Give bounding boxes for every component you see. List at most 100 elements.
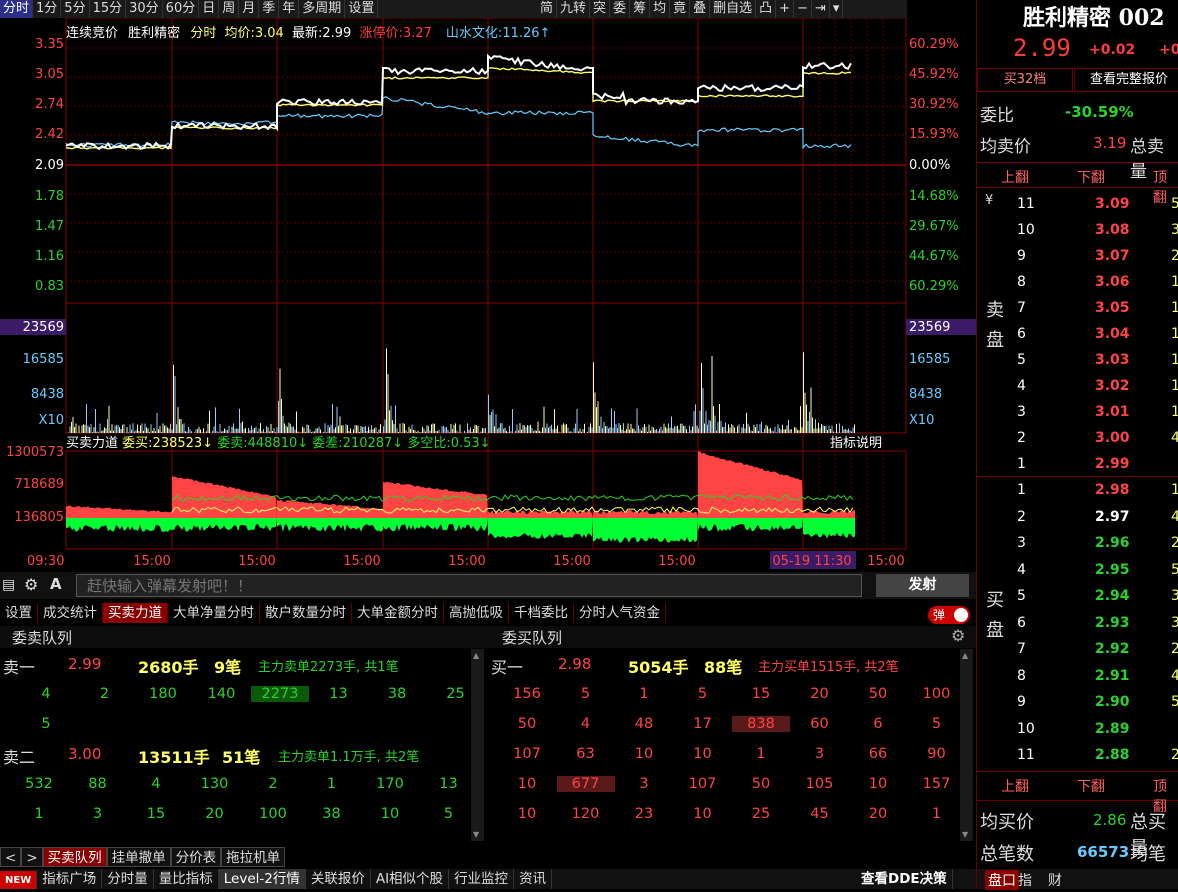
period-tab-1[interactable]: 1分 — [33, 0, 62, 18]
period-tab-8[interactable]: 月 — [239, 0, 260, 18]
sell-level-row[interactable]: 11 3.09 5 — [977, 192, 1178, 218]
period-tab-6[interactable]: 日 — [199, 0, 220, 18]
period-tab-10[interactable]: 年 — [279, 0, 300, 18]
tool-button-7[interactable]: 叠 — [690, 0, 711, 18]
tool-button-13[interactable]: ▾ — [830, 0, 844, 18]
sell-level-row[interactable]: 10 3.08 3 — [977, 218, 1178, 244]
buy-level-row[interactable]: 4 2.95 5 — [977, 558, 1178, 584]
buy-level-row[interactable]: 11 2.88 2 — [977, 743, 1178, 769]
period-tab-12[interactable]: 设置 — [345, 0, 379, 18]
sell-level-row[interactable]: 6 3.04 1 — [977, 322, 1178, 348]
buy-level-row[interactable]: 9 2.90 5 — [977, 690, 1178, 716]
tool-button-1[interactable]: 九转 — [557, 0, 591, 18]
tool-button-6[interactable]: 竟 — [670, 0, 691, 18]
scroll-down-icon[interactable]: ▼ — [962, 830, 968, 839]
buy-level-row[interactable]: 5 2.94 3 — [977, 584, 1178, 610]
subtab-5[interactable]: 大单金额分时 — [352, 603, 444, 623]
sell-level-row[interactable]: 9 3.07 2 — [977, 244, 1178, 270]
buy-level-row[interactable]: 2 2.97 4 — [977, 505, 1178, 531]
font-icon[interactable]: A — [50, 575, 62, 593]
sell-level-row[interactable]: 7 3.05 1 — [977, 296, 1178, 322]
status-tab-5[interactable]: 关联报价 — [306, 869, 371, 889]
quote-tab-1[interactable]: 指 — [1015, 870, 1035, 890]
buy-level-row[interactable]: 10 2.89 — [977, 717, 1178, 743]
buy-level-row[interactable]: 1 2.98 1 — [977, 478, 1178, 504]
scroll-up-icon[interactable]: ▲ — [962, 651, 968, 660]
status-tab-0[interactable]: NEW — [0, 871, 38, 889]
lower-tab-3[interactable]: 挂单撤单 — [106, 847, 171, 867]
price-tick-left: 2.09 — [35, 158, 64, 173]
sell-level-row[interactable]: 2 3.00 4 — [977, 426, 1178, 452]
scroll-up-icon[interactable]: ▲ — [473, 651, 479, 660]
lower-tab-2[interactable]: 买卖队列 — [42, 847, 107, 867]
quote-tab-0[interactable]: 盘口 — [985, 870, 1019, 890]
subtab-8[interactable]: 分时人气资金 — [574, 603, 666, 623]
period-tab-4[interactable]: 30分 — [126, 0, 163, 18]
sell-level-row[interactable]: 5 3.03 1 — [977, 348, 1178, 374]
tool-button-8[interactable]: 删自选 — [710, 0, 757, 18]
tool-button-4[interactable]: 筹 — [630, 0, 651, 18]
danmu-input[interactable] — [76, 574, 862, 597]
buy-level-row[interactable]: 3 2.96 2 — [977, 531, 1178, 557]
lower-tab-4[interactable]: 分价表 — [170, 847, 222, 867]
subtab-4[interactable]: 散户数量分时 — [260, 603, 352, 623]
period-tab-9[interactable]: 季 — [259, 0, 280, 18]
indicator-explain[interactable]: 指标说明 — [830, 432, 882, 451]
lower-tab-5[interactable]: 拖拉机单 — [221, 847, 286, 867]
tool-button-0[interactable]: 简 — [537, 0, 558, 18]
buy-scrollbar[interactable]: ▲ ▼ — [960, 649, 973, 841]
status-tab-1[interactable]: 指标广场 — [37, 869, 103, 889]
scroll-down-icon[interactable]: ▼ — [473, 830, 479, 839]
sell-level-row[interactable]: 1 2.99 — [977, 452, 1178, 478]
sell-level-row[interactable]: 8 3.06 1 — [977, 270, 1178, 296]
subtab-6[interactable]: 高抛低吸 — [444, 603, 509, 623]
buy-level-row[interactable]: 6 2.93 3 — [977, 611, 1178, 637]
subtab-3[interactable]: 大单净量分时 — [168, 603, 260, 623]
quote-tab-2[interactable]: 财 — [1045, 870, 1065, 890]
status-tab-2[interactable]: 分时量 — [102, 869, 154, 889]
tool-button-10[interactable]: + — [776, 0, 795, 18]
full-quote-button[interactable]: 查看完整报价 — [1074, 68, 1178, 92]
tool-button-3[interactable]: 委 — [610, 0, 631, 18]
period-tab-3[interactable]: 15分 — [90, 0, 127, 18]
subtab-7[interactable]: 千档委比 — [509, 603, 574, 623]
tool-button-12[interactable]: ⇥ — [812, 0, 830, 18]
sell-level-row[interactable]: 4 3.02 1 — [977, 374, 1178, 400]
subtab-0[interactable]: 设置 — [0, 603, 38, 623]
danmu-toggle[interactable]: 弹 — [928, 606, 970, 624]
period-tab-2[interactable]: 5分 — [61, 0, 90, 18]
period-tab-0[interactable]: 分时 — [0, 0, 34, 18]
gear-icon[interactable]: ⚙ — [24, 575, 38, 594]
settings-gear-icon[interactable]: ⚙ — [951, 626, 965, 645]
nav-0[interactable]: 上翻 — [1001, 776, 1029, 796]
sell-level-row[interactable]: 3 3.01 1 — [977, 400, 1178, 426]
trade-mode: 连续竞价 — [66, 26, 119, 41]
lower-tab-0[interactable]: < — [0, 847, 22, 867]
nav-1[interactable]: 下翻 — [1077, 776, 1105, 796]
buy-level-row[interactable]: 7 2.92 2 — [977, 637, 1178, 663]
nav-0[interactable]: 上翻 — [1001, 167, 1029, 187]
status-tab-3[interactable]: 量比指标 — [154, 869, 219, 889]
sell-scrollbar[interactable]: ▲ ▼ — [471, 649, 484, 841]
status-tab-4[interactable]: Level-2行情 — [218, 869, 306, 889]
list-icon[interactable]: ▤ — [2, 577, 15, 593]
intraday-chart[interactable]: 3.35 3.05 2.74 2.42 2.09 1.78 1.47 1.16 0.83 60.… — [0, 18, 976, 572]
status-tab-9[interactable]: 查看DDE决策 — [856, 869, 953, 889]
status-tab-8[interactable]: 资讯 — [514, 869, 553, 889]
buy32-button[interactable]: 买32档 — [977, 68, 1073, 92]
status-tab-6[interactable]: AI相似个股 — [371, 869, 450, 889]
nav-1[interactable]: 下翻 — [1077, 167, 1105, 187]
send-button[interactable]: 发射 — [876, 574, 969, 597]
period-tab-5[interactable]: 60分 — [163, 0, 200, 18]
period-tab-7[interactable]: 周 — [219, 0, 240, 18]
subtab-2[interactable]: 买卖力道 — [103, 603, 168, 623]
subtab-1[interactable]: 成交统计 — [38, 603, 103, 623]
tool-button-5[interactable]: 均 — [650, 0, 671, 18]
tool-button-9[interactable]: 凸 — [756, 0, 777, 18]
tool-button-11[interactable]: − — [794, 0, 812, 18]
buy-level-row[interactable]: 8 2.91 4 — [977, 664, 1178, 690]
tool-button-2[interactable]: 突 — [590, 0, 611, 18]
period-tab-11[interactable]: 多周期 — [299, 0, 346, 18]
status-tab-7[interactable]: 行业监控 — [449, 869, 515, 889]
lower-tab-1[interactable]: > — [21, 847, 43, 867]
